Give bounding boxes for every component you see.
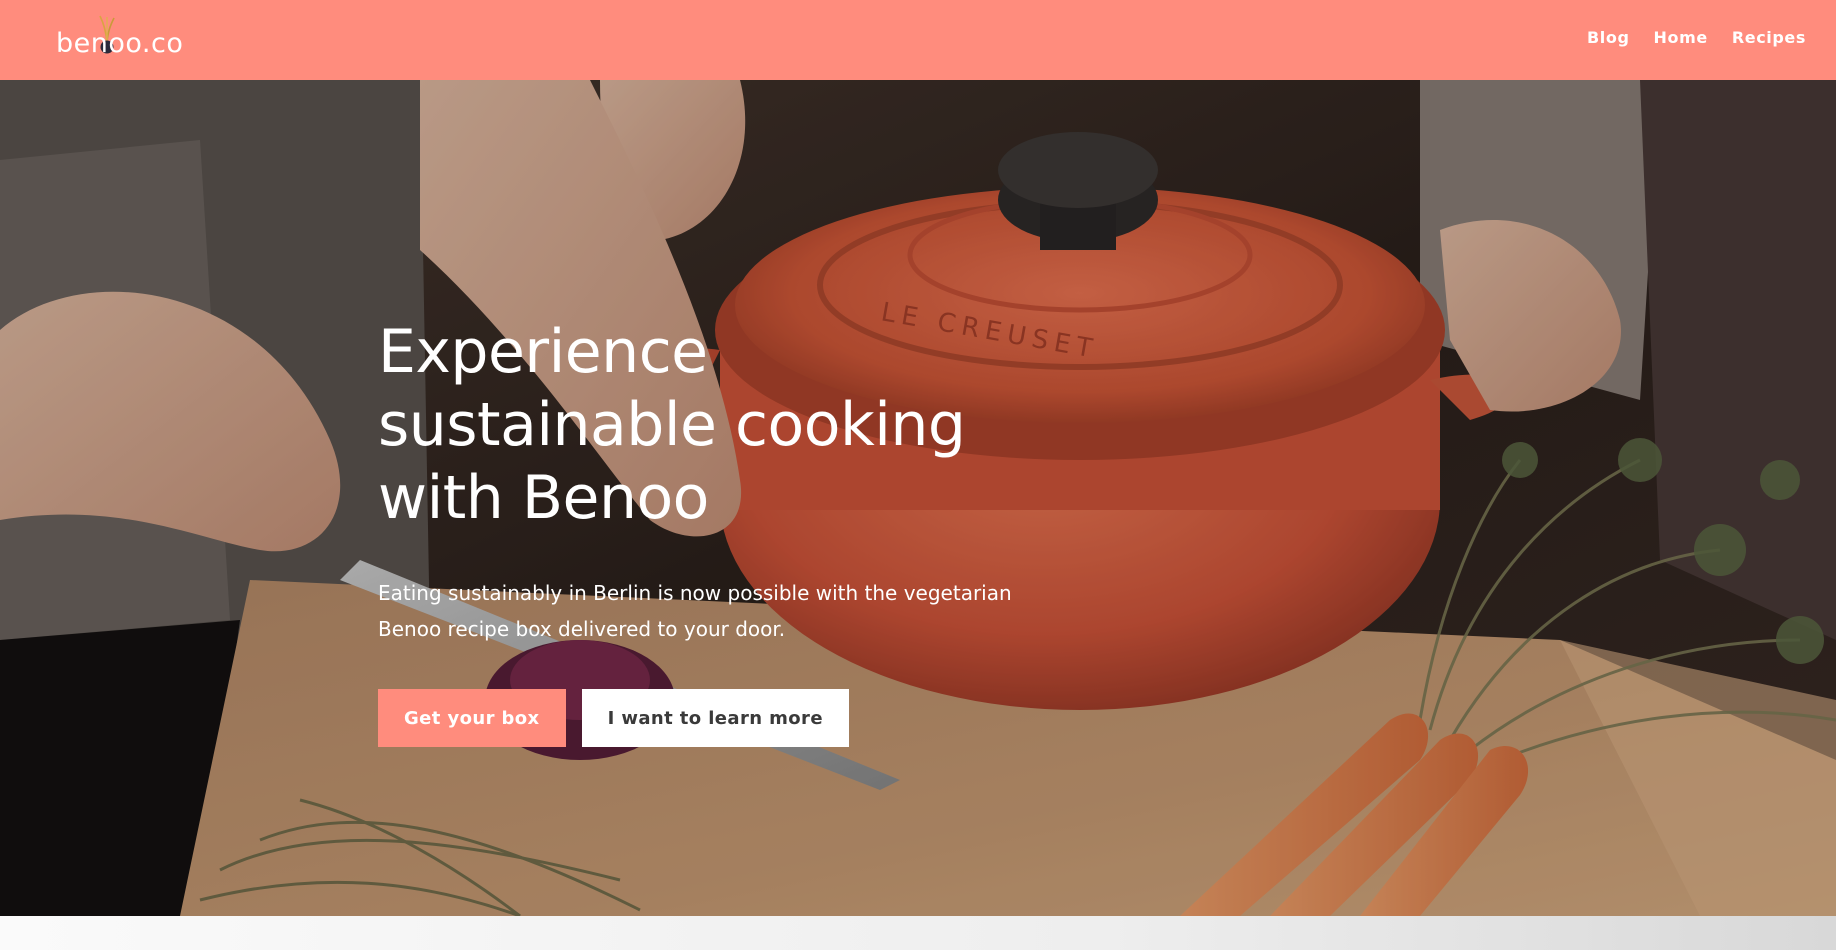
site-header: benoo.co Blog Home Recipes bbox=[0, 0, 1836, 80]
nav-link-home[interactable]: Home bbox=[1654, 28, 1708, 47]
hero-buttons: Get your box I want to learn more bbox=[378, 689, 1058, 747]
logo[interactable]: benoo.co bbox=[56, 14, 183, 59]
nav-link-recipes[interactable]: Recipes bbox=[1732, 28, 1806, 47]
next-section-preview bbox=[0, 916, 1836, 950]
hero-content: Experience sustainable cooking with Beno… bbox=[378, 316, 1058, 747]
get-your-box-button[interactable]: Get your box bbox=[378, 689, 566, 747]
hero-subtitle: Eating sustainably in Berlin is now poss… bbox=[378, 581, 1012, 641]
logo-text: benoo.co bbox=[56, 28, 184, 59]
hero-section: LE CREUSET Experience sustainable cookin… bbox=[0, 80, 1836, 916]
learn-more-button[interactable]: I want to learn more bbox=[581, 689, 849, 747]
main-nav: Blog Home Recipes bbox=[1587, 28, 1806, 47]
nav-link-blog[interactable]: Blog bbox=[1587, 28, 1630, 47]
hero-title: Experience sustainable cooking with Beno… bbox=[378, 317, 966, 533]
